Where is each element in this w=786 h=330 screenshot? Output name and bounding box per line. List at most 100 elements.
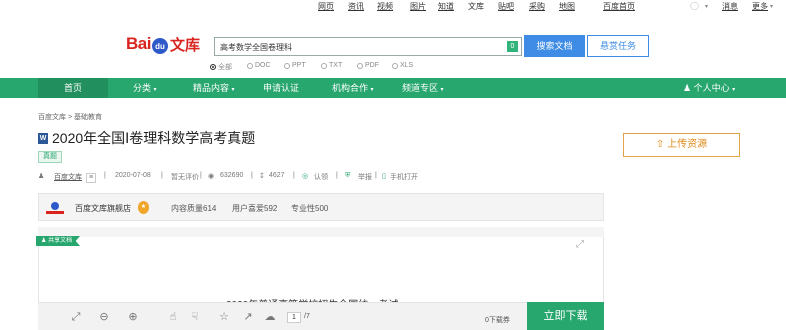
chevron-down-icon: ▾	[370, 87, 374, 93]
page-number-input[interactable]: 1	[287, 312, 301, 323]
view-count: 632690	[220, 172, 244, 179]
zoom-out-icon[interactable]: ⊖	[98, 311, 110, 323]
main-navigation: 首页 分类 ▾ 精品内容 ▾ 申请认证 机构合作 ▾ 频道专区 ▾ ♟ 个人中心…	[0, 78, 786, 98]
shield-icon[interactable]: ◯	[690, 1, 699, 10]
filter-all[interactable]: 全部	[210, 62, 232, 72]
filter-label: 全部	[218, 64, 232, 71]
author-level-icon: ≡	[86, 173, 97, 183]
cloud-icon[interactable]: ☁	[264, 311, 276, 323]
nav-certification[interactable]: 申请认证	[263, 78, 299, 98]
chevron-down-icon: ▾	[231, 87, 235, 93]
report-shield-icon: ⛨	[345, 172, 351, 179]
claim-link[interactable]: 认领	[314, 172, 328, 182]
upload-label: 上传资源	[667, 139, 708, 150]
filter-pdf[interactable]: PDF	[357, 62, 379, 69]
page-total: /7	[304, 313, 310, 320]
radio-icon	[321, 62, 327, 69]
doc-tag[interactable]: 真题	[38, 151, 62, 163]
topnav-link-wenku[interactable]: 文库	[468, 1, 484, 12]
filter-txt[interactable]: TXT	[321, 62, 342, 69]
professionalism-score: 专业性500	[291, 204, 329, 213]
report-link[interactable]: 举报	[358, 172, 372, 182]
divider: |	[161, 172, 163, 179]
upload-resource-button[interactable]: ⇧ 上传资源	[623, 133, 740, 157]
upload-icon: ⇧	[655, 139, 665, 150]
search-count-badge: 0	[507, 41, 518, 52]
topnav-link-tieba[interactable]: 贴吧	[498, 1, 514, 12]
expand-icon[interactable]: ⤢	[70, 311, 82, 323]
share-tag-label: 共享文档	[48, 238, 73, 244]
topnav-link-caigou[interactable]: 采购	[529, 1, 545, 12]
download-count: 4627	[269, 172, 285, 179]
filter-label: PDF	[365, 62, 379, 69]
search-input[interactable]: 高考数学全国卷理科 0	[214, 37, 522, 56]
logo-du-badge: du	[151, 38, 168, 54]
top-navigation: 网页 资讯 视频 图片 知道 文库 贴吧 采购 地图 百度首页 ◯ ▾ 消息 更…	[0, 0, 786, 14]
divider: |	[104, 172, 106, 179]
filter-label: XLS	[400, 62, 414, 69]
nav-channels[interactable]: 频道专区 ▾	[402, 78, 444, 98]
document-title-row: W 2020年全国Ⅰ卷理科数学高考真题	[38, 128, 255, 148]
filter-doc[interactable]: DOC	[247, 62, 271, 69]
filter-label: PPT	[292, 62, 306, 69]
mobile-open-link[interactable]: 手机打开	[390, 172, 418, 182]
topnav-link-video[interactable]: 视频	[377, 1, 393, 12]
reward-task-button[interactable]: 悬赏任务	[587, 35, 649, 57]
search-documents-button[interactable]: 搜索文档	[524, 35, 585, 57]
user-icon: ♟	[38, 173, 45, 180]
logo-text-wenku: 文库	[169, 36, 200, 54]
search-query-text: 高考数学全国卷理科	[220, 43, 292, 52]
page-title: 2020年全国Ⅰ卷理科数学高考真题	[52, 130, 256, 146]
nav-label: 个人中心	[693, 83, 730, 93]
nav-label: 频道专区	[402, 83, 439, 93]
shared-doc-tag: ♟ 共享文档	[36, 236, 81, 246]
chevron-down-icon: ▾	[153, 87, 157, 93]
topnav-link-zhidao[interactable]: 知道	[438, 1, 454, 12]
nav-premium[interactable]: 精品内容 ▾	[193, 78, 235, 98]
nav-category[interactable]: 分类 ▾	[133, 78, 157, 98]
topnav-link-web[interactable]: 网页	[318, 1, 334, 12]
shop-logo[interactable]	[44, 200, 66, 215]
claim-icon: ◎	[302, 173, 309, 180]
download-coupon-cost: 0下载券	[485, 317, 510, 324]
divider: |	[293, 172, 295, 179]
mobile-icon: ▯	[382, 173, 386, 180]
thumbs-up-icon[interactable]: ☝	[167, 311, 179, 323]
divider: |	[251, 172, 253, 179]
user-likes-score: 用户喜爱592	[232, 204, 278, 213]
star-icon[interactable]: ☆	[218, 311, 230, 323]
chevron-down-icon: ▾	[705, 4, 709, 10]
filter-xls[interactable]: XLS	[392, 62, 413, 69]
messages-link[interactable]: 消息	[722, 1, 738, 12]
share-icon[interactable]: ↗	[242, 311, 254, 323]
fullscreen-icon[interactable]: ⤢	[576, 239, 584, 250]
divider: |	[336, 172, 338, 179]
rating-text: 暂无评价	[171, 174, 199, 181]
baidu-wenku-logo[interactable]: Bai du 文库	[126, 29, 200, 59]
topnav-link-map[interactable]: 地图	[559, 1, 575, 12]
radio-icon	[392, 62, 398, 69]
download-now-button[interactable]: 立即下载	[527, 302, 604, 330]
topnav-link-news[interactable]: 资讯	[348, 1, 364, 12]
more-link[interactable]: 更多	[752, 1, 768, 12]
nav-home[interactable]: 首页	[38, 78, 108, 98]
shop-info-bar: 百度文库旗舰店 ★ 内容质量614 用户喜爱592 专业性500	[38, 193, 604, 221]
nav-cooperation[interactable]: 机构合作 ▾	[332, 78, 374, 98]
nav-user-center[interactable]: ♟ 个人中心 ▾	[683, 78, 735, 98]
shop-name[interactable]: 百度文库旗舰店	[75, 203, 131, 214]
topnav-link-images[interactable]: 图片	[410, 1, 426, 12]
topnav-link-baidu-home[interactable]: 百度首页	[603, 1, 635, 12]
filter-label: TXT	[329, 62, 343, 69]
eye-icon: ◉	[208, 173, 215, 180]
medal-icon: ★	[138, 201, 149, 214]
chevron-down-icon: ▾	[770, 4, 774, 10]
word-doc-icon: W	[38, 132, 48, 144]
radio-selected-icon	[210, 64, 216, 70]
breadcrumb[interactable]: 百度文库 > 基础教育	[38, 112, 102, 122]
zoom-in-icon[interactable]: ⊕	[127, 311, 139, 323]
user-icon: ♟	[683, 83, 692, 93]
filter-ppt[interactable]: PPT	[284, 62, 306, 69]
download-icon: ↧	[259, 173, 265, 180]
author-link[interactable]: 百度文库	[54, 172, 82, 182]
thumbs-down-icon[interactable]: ☟	[189, 311, 201, 323]
